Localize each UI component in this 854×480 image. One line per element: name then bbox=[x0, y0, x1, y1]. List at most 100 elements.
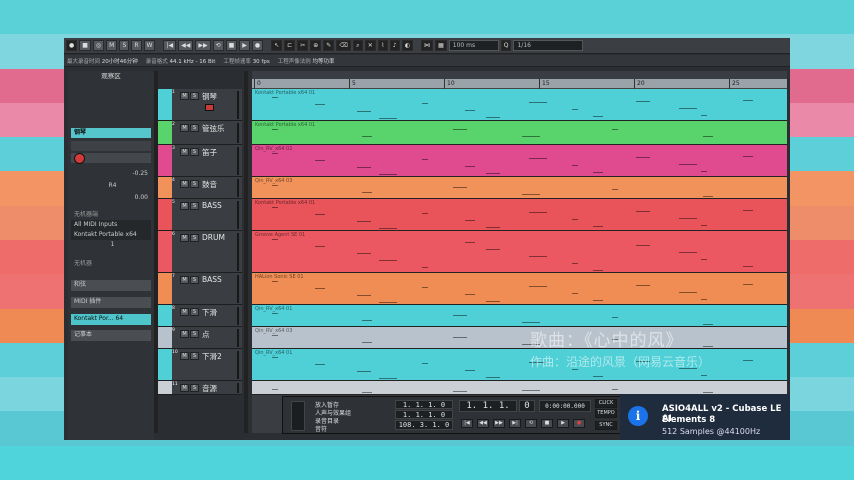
track-mute-button[interactable]: M bbox=[180, 180, 189, 188]
track-solo-button[interactable]: S bbox=[190, 308, 199, 316]
record-enable-icon[interactable] bbox=[74, 153, 85, 164]
track-volume-slider[interactable] bbox=[237, 275, 239, 303]
track-volume-slider[interactable] bbox=[237, 383, 239, 393]
time-warp-tool-icon[interactable]: ⌇ bbox=[377, 40, 388, 51]
tp-forward-button[interactable]: ▶▶ bbox=[493, 419, 505, 428]
color-tool-icon[interactable]: ◐ bbox=[401, 40, 414, 51]
click-toggle[interactable]: CLICK bbox=[595, 399, 617, 408]
track-volume-slider[interactable] bbox=[237, 329, 239, 347]
constrain-delay-button[interactable]: ■ bbox=[79, 40, 91, 51]
grid-type-icon[interactable]: ▦ bbox=[435, 40, 447, 51]
zoom-tool-icon[interactable]: ⌕ bbox=[352, 40, 363, 51]
rewind-button[interactable]: ◀◀ bbox=[178, 40, 194, 51]
mute-tool-icon[interactable]: ✕ bbox=[364, 40, 376, 51]
volume-fader[interactable] bbox=[291, 401, 305, 431]
cycle-button[interactable]: ⟲ bbox=[212, 40, 224, 51]
midi-channel[interactable]: 1 bbox=[71, 240, 151, 250]
track-header[interactable]: 11 M S 音源 bbox=[158, 381, 242, 395]
zoom-dropdown[interactable]: 100 ms bbox=[448, 40, 499, 51]
track-volume-slider[interactable] bbox=[237, 123, 239, 143]
track-record-icon[interactable] bbox=[205, 104, 214, 111]
tp-rewind-button[interactable]: ◀◀ bbox=[477, 419, 489, 428]
play-tool-icon[interactable]: ♪ bbox=[389, 40, 400, 51]
track-mute-button[interactable]: M bbox=[180, 308, 189, 316]
tempo-toggle[interactable]: TEMPO bbox=[595, 409, 617, 418]
asio-notification[interactable]: i ASIO4ALL v2 - Cubase LE AI Elements 8 … bbox=[620, 394, 790, 440]
inspector-track-name[interactable]: 钢琴 bbox=[71, 128, 151, 138]
timeline-ruler[interactable]: 0 5 10 15 20 25 bbox=[252, 79, 787, 89]
go-to-start-button[interactable]: |◀ bbox=[163, 40, 177, 51]
quantize-toggle-icon[interactable]: Q bbox=[500, 40, 512, 51]
left-locator-display[interactable]: 1. 1. 1. 0 bbox=[395, 400, 453, 409]
activate-project-button[interactable]: ● bbox=[66, 40, 78, 51]
track-solo-button[interactable]: S bbox=[190, 234, 199, 242]
tp-play-button[interactable]: ▶ bbox=[557, 419, 569, 428]
range-tool-icon[interactable]: ⊏ bbox=[284, 40, 296, 51]
tempo-display[interactable]: 108. 3. 1. 0 bbox=[395, 420, 453, 430]
midi-input-select[interactable]: All MIDI Inputs bbox=[71, 220, 151, 230]
snap-toggle-icon[interactable]: ⋈ bbox=[421, 40, 434, 51]
track-solo-button[interactable]: S bbox=[190, 180, 199, 188]
track-solo-button[interactable]: S bbox=[190, 330, 199, 338]
secondary-time-display[interactable]: 0:00:00.000 bbox=[539, 400, 591, 412]
forward-button[interactable]: ▶▶ bbox=[195, 40, 211, 51]
track-header[interactable]: 9MS点 bbox=[158, 327, 242, 349]
track-header[interactable]: 10 M S 下滑2 bbox=[158, 349, 242, 381]
track-solo-button[interactable]: S bbox=[190, 276, 199, 284]
quantize-dropdown[interactable]: 1/16 bbox=[513, 40, 584, 51]
track-header[interactable]: 6 M S DRUM bbox=[158, 231, 242, 273]
inspector-section[interactable]: 记事本 bbox=[71, 330, 151, 341]
play-button[interactable]: ▶ bbox=[239, 40, 250, 51]
track-volume-slider[interactable] bbox=[237, 201, 239, 229]
inspector-section[interactable]: 和弦 bbox=[71, 280, 151, 291]
track-mute-button[interactable]: M bbox=[180, 234, 189, 242]
track-mute-button[interactable]: M bbox=[180, 276, 189, 284]
track-header[interactable]: 3 M S 笛子 bbox=[158, 145, 242, 177]
track-mute-button[interactable]: M bbox=[180, 92, 189, 100]
track-solo-button[interactable]: S bbox=[190, 202, 199, 210]
tp-go-start-button[interactable]: |◀ bbox=[461, 419, 473, 428]
sync-toggle[interactable]: SYNC bbox=[595, 421, 617, 430]
record-button[interactable]: ● bbox=[251, 40, 264, 51]
erase-tool-icon[interactable]: ⌫ bbox=[336, 40, 351, 51]
object-selection-tool-icon[interactable]: ↖ bbox=[271, 40, 283, 51]
inspector-section[interactable]: Kontakt Por... 64 bbox=[71, 314, 151, 325]
inspector-volume[interactable]: -0.25 bbox=[71, 169, 151, 179]
stop-button[interactable]: ■ bbox=[225, 40, 238, 51]
track-header[interactable]: 5 M S BASS bbox=[158, 199, 242, 231]
tp-record-button[interactable]: ● bbox=[573, 419, 585, 428]
track-volume-slider[interactable] bbox=[237, 179, 239, 197]
track-volume-slider[interactable] bbox=[237, 91, 239, 119]
track-volume-slider[interactable] bbox=[237, 351, 239, 379]
track-solo-button[interactable]: S bbox=[190, 124, 199, 132]
inspector-pan[interactable]: R4 bbox=[71, 181, 151, 191]
track-volume-slider[interactable] bbox=[237, 233, 239, 271]
automation-mode-button[interactable]: ◎ bbox=[92, 40, 105, 51]
track-mute-button[interactable]: M bbox=[180, 330, 189, 338]
track-mute-button[interactable]: M bbox=[180, 202, 189, 210]
glue-tool-icon[interactable]: ⊕ bbox=[310, 40, 322, 51]
inspector-section[interactable]: MIDI 插件 bbox=[71, 297, 151, 308]
track-volume-slider[interactable] bbox=[237, 147, 239, 175]
split-tool-icon[interactable]: ✂ bbox=[297, 40, 309, 51]
track-header[interactable]: 2 M S 管弦乐 bbox=[158, 121, 242, 145]
track-header[interactable]: 4 M S 鼓音 bbox=[158, 177, 242, 199]
position-ticks-display[interactable]: 0 bbox=[519, 400, 535, 412]
right-locator-display[interactable]: 1. 1. 1. 0 bbox=[395, 410, 453, 419]
track-volume-slider[interactable] bbox=[237, 307, 239, 325]
toolbar-w-button[interactable]: W bbox=[143, 40, 156, 51]
track-header[interactable]: 1 M S 钢琴 bbox=[158, 89, 242, 121]
draw-tool-icon[interactable]: ✎ bbox=[323, 40, 335, 51]
track-solo-button[interactable]: S bbox=[190, 148, 199, 156]
tp-cycle-button[interactable]: ⟲ bbox=[525, 419, 537, 428]
track-mute-button[interactable]: M bbox=[180, 124, 189, 132]
track-header[interactable]: 8 M S 下滑 bbox=[158, 305, 242, 327]
track-list-scrollbar[interactable] bbox=[244, 71, 248, 433]
tp-go-end-button[interactable]: ▶| bbox=[509, 419, 521, 428]
track-solo-button[interactable]: S bbox=[190, 384, 199, 392]
track-mute-button[interactable]: M bbox=[180, 148, 189, 156]
tp-stop-button[interactable]: ■ bbox=[541, 419, 553, 428]
inspector-delay[interactable]: 0.00 bbox=[71, 193, 151, 203]
instrument-select[interactable]: Kontakt Portable x64 bbox=[71, 230, 151, 240]
track-solo-button[interactable]: S bbox=[190, 352, 199, 360]
